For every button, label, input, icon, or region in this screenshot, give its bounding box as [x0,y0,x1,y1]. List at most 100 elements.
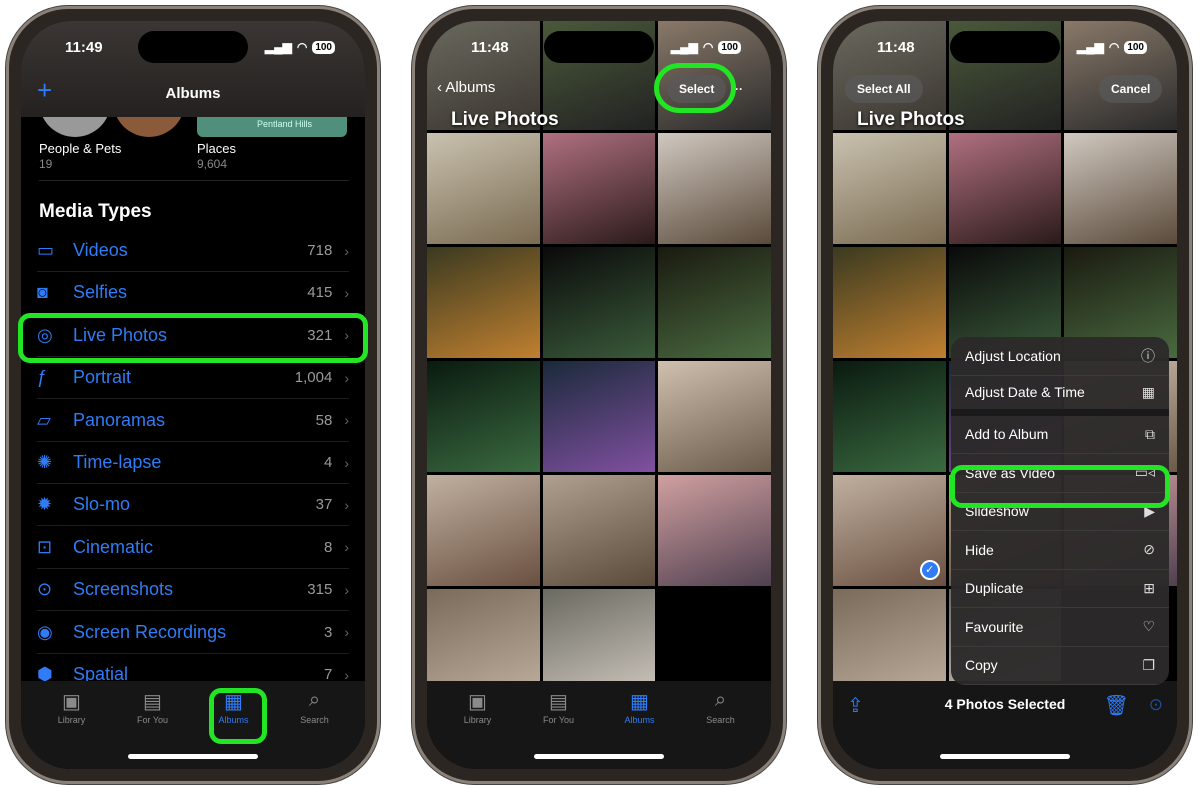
photo-thumbnail[interactable] [427,133,540,244]
phone-live-photos: 11:48 ▂▄▆ ◠ 100 ‹ Albums Select ··· Live Ph… [412,6,786,784]
cancel-button[interactable]: Cancel [1099,75,1163,103]
photo-thumbnail[interactable] [427,475,540,586]
chevron-right-icon: › [344,369,349,386]
for-you-icon: ▤ [143,691,162,713]
album-row[interactable]: ⊡ Cinematic 8 › [37,527,349,569]
photo-thumbnail[interactable] [542,133,656,244]
photo-thumbnail[interactable] [833,247,946,358]
people-label[interactable]: People & Pets [39,141,121,156]
people-count: 19 [39,157,53,171]
album-count: 315 [307,581,333,599]
places-label[interactable]: Places [197,141,236,156]
slomo-icon: ✹ [37,494,53,515]
phone-selection-menu: 11:48 ▂▄▆ ◠ 100 ✓ Select All Cancel Live Ph… [818,6,1192,784]
battery-icon: 100 [1124,40,1147,54]
album-count: 8 [323,538,333,556]
chevron-right-icon: › [344,624,349,641]
chevron-right-icon: › [344,284,349,301]
menu-item-copy[interactable]: Copy ❐ [951,647,1169,685]
section-title: Media Types [39,201,152,222]
tab-label: Search [300,715,329,725]
tab-label: Library [463,715,492,725]
more-circle-icon[interactable]: ⊙ [1149,695,1163,715]
album-count: 1,004 [294,369,333,387]
menu-item-adjust-location[interactable]: Adjust Location ⓘ [951,337,1169,376]
album-label: Screenshots [73,579,174,600]
photo-thumbnail[interactable] [542,475,656,586]
albums-icon: ▦ [630,691,649,713]
signal-icon: ▂▄▆ [264,40,292,54]
album-count: 415 [307,284,333,302]
photo-thumbnail[interactable] [833,133,946,244]
select-all-button[interactable]: Select All [845,75,923,103]
album-row[interactable]: ◉ Screen Recordings 3 › [37,612,349,654]
menu-label: Adjust Date & Time [965,384,1085,400]
photo-thumbnail[interactable] [833,361,946,472]
album-count: 37 [315,496,333,514]
photo-thumbnail[interactable] [658,361,771,472]
copy-icon: ❐ [1142,656,1155,673]
signal-icon: ▂▄▆ [670,40,698,54]
add-album-icon: ⧉ [1145,425,1155,442]
menu-item-hide[interactable]: Hide ⊘ [951,531,1169,570]
album-title: Live Photos [857,109,965,130]
album-count: 3 [323,623,333,641]
wifi-icon: ◠ [296,40,308,54]
selfie-icon: ◙ [37,282,48,303]
for-you-icon: ▤ [549,691,568,713]
photo-thumbnail[interactable] [542,361,656,472]
calendar-icon: ▦ [1141,383,1155,400]
photo-thumbnail[interactable] [427,247,540,358]
tab-search[interactable]: ⌕ Search [686,689,756,769]
signal-icon: ▂▄▆ [1076,40,1104,54]
screenshot-icon: ⊙ [37,579,53,600]
phone-albums: 11:49 ▂▄▆ ◠ 100 + Albums Pentland Hills Peop… [6,6,380,784]
menu-label: Hide [965,541,994,558]
album-row[interactable]: ◙ Selfies 415 › [37,272,349,315]
back-label: Albums [445,79,496,96]
tab-search[interactable]: ⌕ Search [280,689,350,769]
album-row[interactable]: ▭ Videos 718 › [37,230,349,272]
photo-thumbnail[interactable] [1064,133,1177,244]
clock: 11:49 [65,39,103,56]
photo-thumbnail[interactable]: ✓ [833,475,946,586]
trash-icon[interactable]: 🗑︎ [1104,693,1129,718]
dynamic-island [950,31,1060,63]
chevron-right-icon: › [344,242,349,259]
portrait-icon: ƒ [37,367,48,388]
menu-item-duplicate[interactable]: Duplicate ⊞ [951,570,1169,608]
album-row[interactable]: ƒ Portrait 1,004 › [37,357,349,400]
menu-item-adjust-date-time[interactable]: Adjust Date & Time ▦ [951,376,1169,416]
tab-library[interactable]: ▣ Library [37,689,107,769]
album-label: Cinematic [73,536,154,557]
menu-label: Duplicate [965,580,1024,597]
album-row[interactable]: ▱ Panoramas 58 › [37,400,349,442]
chevron-right-icon: › [344,496,349,513]
album-label: Screen Recordings [73,621,227,642]
photo-thumbnail[interactable] [658,475,771,586]
tab-library[interactable]: ▣ Library [443,689,513,769]
search-icon: ⌕ [308,689,321,711]
tab-label: Search [706,715,735,725]
photo-thumbnail[interactable] [427,361,540,472]
album-row[interactable]: ⊙ Screenshots 315 › [37,569,349,612]
album-label: Panoramas [73,409,166,430]
menu-item-add-to-album[interactable]: Add to Album ⧉ [951,416,1169,454]
album-row[interactable]: ✺ Time-lapse 4 › [37,442,349,484]
photo-thumbnail[interactable] [658,133,771,244]
album-row[interactable]: ✹ Slo-mo 37 › [37,484,349,527]
album-title: Live Photos [451,109,559,130]
photo-thumbnail[interactable] [658,247,771,358]
photo-thumbnail[interactable] [948,133,1062,244]
album-count: 58 [315,411,333,429]
menu-item-favourite[interactable]: Favourite ♡ [951,608,1169,647]
battery-icon: 100 [718,40,741,54]
home-indicator [534,754,664,759]
chevron-right-icon: › [344,581,349,598]
album-label: Selfies [73,282,128,303]
tab-label: Library [57,715,86,725]
back-button[interactable]: ‹ Albums [437,79,495,96]
battery-icon: 100 [312,40,335,54]
photo-thumbnail[interactable] [542,247,656,358]
highlight-live-photos [18,313,368,363]
